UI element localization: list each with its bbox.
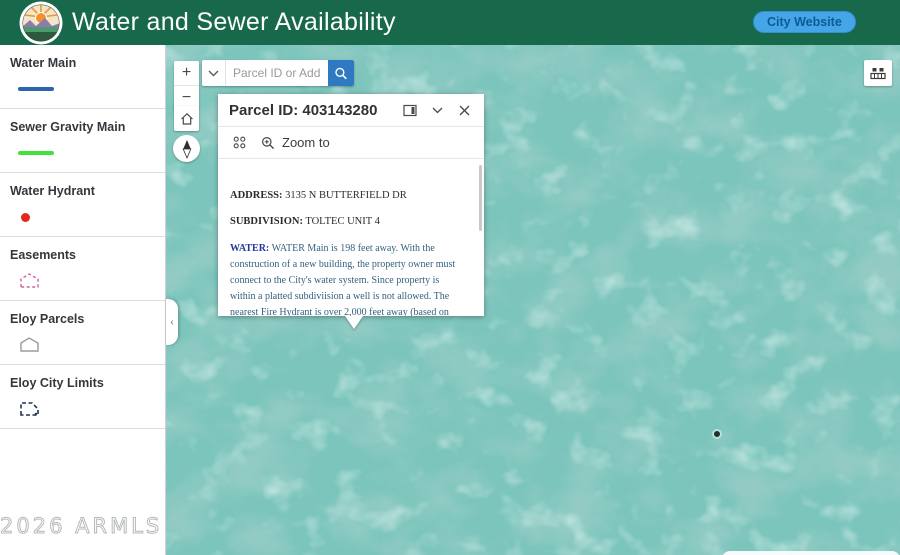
map-canvas[interactable]: + − [166,45,900,555]
magnifier-plus-icon [261,136,275,150]
search-source-dropdown[interactable] [202,60,226,86]
search-input[interactable] [226,60,328,86]
popup-scrollbar[interactable] [479,165,482,231]
feature-popup: Parcel ID: 403143280 [218,94,484,316]
popup-action-bar: Zoom to [218,127,484,159]
legend-label: Sewer Gravity Main [10,120,155,134]
home-icon [179,111,195,127]
field-subdivision: SUBDIVISION: TOLTEC UNIT 4 [230,215,466,228]
zoom-to-label: Zoom to [282,135,330,150]
compass-button[interactable] [173,135,200,162]
popup-pointer-arrow [345,316,363,329]
popup-header: Parcel ID: 403143280 [218,94,484,127]
legend-item-water-hydrant: Water Hydrant [0,173,165,237]
search-icon [334,66,348,81]
parcels-polygon-swatch [18,335,42,355]
sewer-main-line-swatch [18,151,54,155]
field-label: ADDRESS: [230,190,283,201]
field-value: 3135 N BUTTERFIELD DR [285,190,407,201]
zoom-in-button[interactable]: + [174,61,199,85]
dock-icon [403,104,417,117]
field-address: ADDRESS: 3135 N BUTTERFIELD DR [230,189,466,202]
armls-watermark: 2026 ARMLS [0,514,162,538]
zoom-control-group: + − [174,61,199,109]
app-window: Water and Sewer Availability City Websit… [0,0,900,555]
attribution-bar [722,551,900,555]
legend-item-sewer-gravity-main: Sewer Gravity Main [0,109,165,173]
close-icon [459,105,470,116]
feature-menu-button[interactable] [229,133,249,153]
table-icon [869,65,887,81]
legend-label: Water Hydrant [10,184,155,198]
search-submit-button[interactable] [328,60,354,86]
legend-label: Eloy City Limits [10,376,155,390]
legend-label: Water Main [10,56,155,70]
legend-item-eloy-parcels: Eloy Parcels [0,301,165,365]
legend-item-eloy-city-limits: Eloy City Limits [0,365,165,429]
dock-button[interactable] [401,101,419,119]
city-website-button[interactable]: City Website [753,11,856,33]
legend-label: Easements [10,248,155,262]
hydrant-point-swatch [21,213,30,222]
popup-title: Parcel ID: 403143280 [229,102,392,119]
field-value: TOLTEC UNIT 4 [305,216,379,227]
compass-needle-icon [178,139,196,159]
field-label: WATER: [230,243,269,254]
sidebar-collapse-handle[interactable]: ‹ [166,299,178,345]
home-button[interactable] [174,106,199,131]
chevron-down-icon [208,70,219,77]
legend-panel: Water Main Sewer Gravity Main Water Hydr… [0,45,166,555]
grid-icon [233,136,246,149]
chevron-down-icon [432,107,443,114]
water-main-line-swatch [18,87,54,91]
legend-item-easements: Easements [0,237,165,301]
page-title: Water and Sewer Availability [72,0,396,45]
legend-item-water-main: Water Main [0,45,165,109]
search-widget [202,60,354,86]
popup-close-button[interactable] [455,101,473,119]
map-tool-button[interactable] [864,60,892,86]
city-seal-logo [19,1,63,45]
legend-label: Eloy Parcels [10,312,155,326]
easements-polygon-swatch [18,271,42,291]
city-limits-polygon-swatch [18,399,42,419]
popup-collapse-button[interactable] [428,101,446,119]
field-label: SUBDIVISION: [230,216,303,227]
zoom-to-action[interactable]: Zoom to [261,135,330,150]
app-header: Water and Sewer Availability City Websit… [0,0,900,45]
map-point-marker[interactable] [714,431,720,437]
field-water: WATER: WATER Main is 198 feet away. With… [230,241,466,316]
popup-content: ADDRESS: 3135 N BUTTERFIELD DR SUBDIVISI… [218,159,484,316]
chevron-left-icon: ‹ [170,317,173,328]
